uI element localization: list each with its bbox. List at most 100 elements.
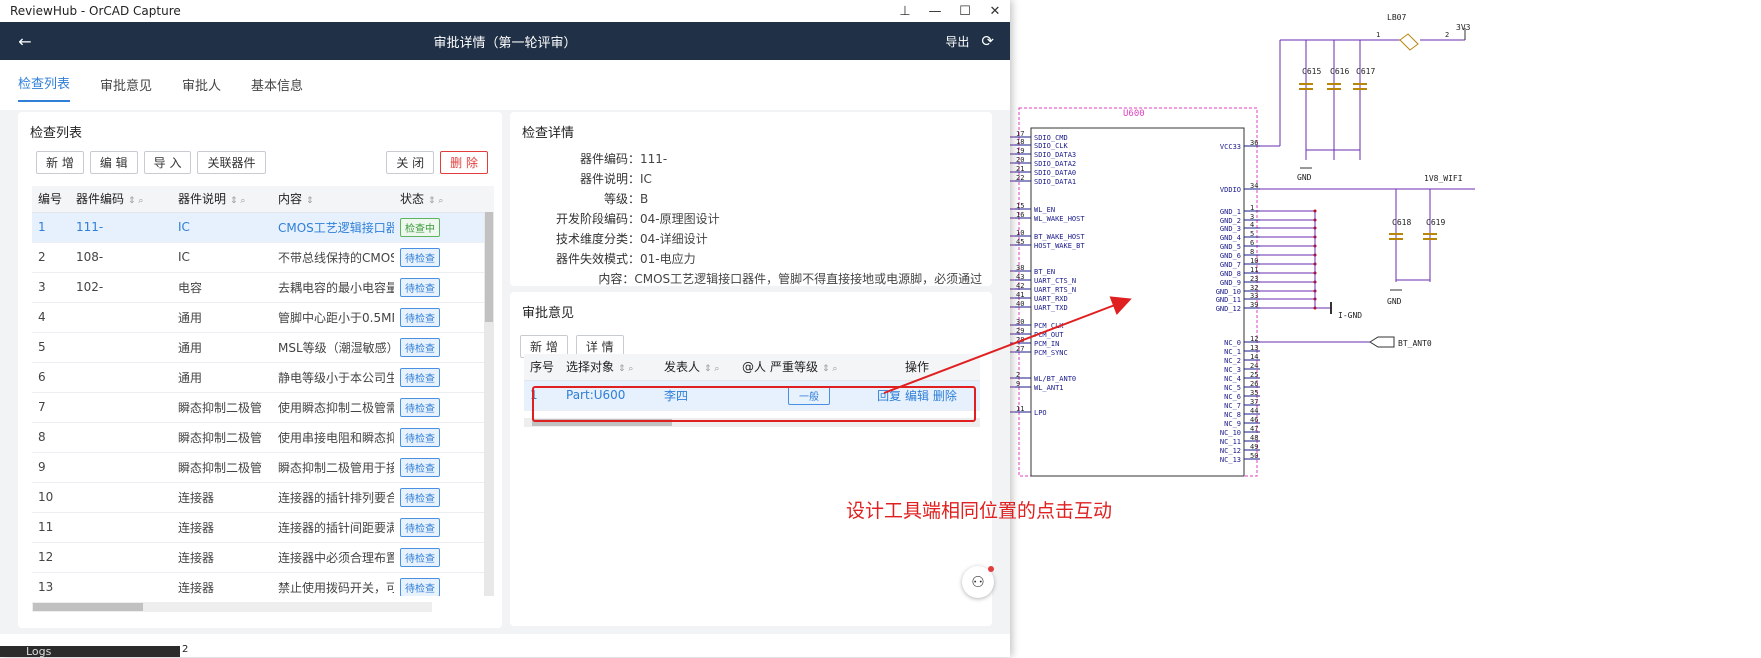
- add-button[interactable]: 新 增: [36, 151, 84, 174]
- pin-name: UART_CTS_N: [1034, 277, 1076, 285]
- annotation-text: 设计工具端相同位置的点击互动: [846, 500, 1113, 522]
- table-row[interactable]: 9 瞬态抑制二极管 瞬态抑制二极管用于接 待检查: [32, 452, 494, 483]
- pin-number: 9: [1016, 380, 1020, 388]
- pin-number: 13: [1250, 344, 1258, 352]
- pin-name: GND_2: [1220, 217, 1241, 225]
- pin-name: VDDIO: [1220, 186, 1241, 194]
- pin-icon[interactable]: ⊥: [890, 4, 920, 19]
- table-row[interactable]: 8 瞬态抑制二极管 使用串接电阻和瞬态抑 待检查: [32, 422, 494, 453]
- checklist-scrollbar[interactable]: [484, 212, 494, 596]
- table-row[interactable]: 6 通用 静电等级小于本公司生 待检查: [32, 362, 494, 393]
- schematic-canvas[interactable]: U600 17 SDIO_CMD 18 SDIO_CLK 19 SDIO_DATA3 20 SD…: [1010, 0, 1761, 657]
- pin-number: 25: [1250, 371, 1258, 379]
- table-row[interactable]: 2 108- IC 不带总线保持的CMOS 待检查: [32, 242, 494, 273]
- col-mention[interactable]: @人: [742, 354, 766, 381]
- status-badge: 待检查: [400, 397, 440, 417]
- gnd-label: I-GND: [1338, 311, 1362, 320]
- pin-number: 10: [1250, 257, 1258, 265]
- pin-name: NC_13: [1220, 456, 1241, 464]
- table-row[interactable]: 4 通用 管脚中心距小于0.5MM 待检查: [32, 302, 494, 333]
- pin-number: 50: [1250, 452, 1258, 460]
- maximize-icon[interactable]: ☐: [950, 4, 980, 19]
- pin-number: 2: [1445, 31, 1449, 39]
- pin-name: NC_3: [1224, 366, 1241, 374]
- table-row[interactable]: 11 连接器 连接器的插针间距要满 待检查: [32, 512, 494, 543]
- close-icon[interactable]: ✕: [980, 4, 1010, 19]
- pin-number: 33: [1250, 292, 1258, 300]
- close-button[interactable]: 关 闭: [386, 151, 435, 174]
- pin-name: SDIO_DATA3: [1034, 151, 1076, 159]
- detail-field: 开发阶段编码： 04-原理图设计: [555, 212, 720, 226]
- user-avatar-icon[interactable]: ⚇: [962, 566, 994, 598]
- opinion-panel: 审批意见 新 增 详 情 序号 选择对象 ⇕ ⌕ 发表人 ⇕ ⌕ @人 严重等级 ⇕ …: [510, 292, 992, 626]
- pin-name: HOST_WAKE_BT: [1034, 242, 1085, 250]
- status-badge: 待检查: [400, 307, 440, 327]
- tab-approvers[interactable]: 审批人: [182, 75, 221, 102]
- table-row[interactable]: 7 瞬态抑制二极管 使用瞬态抑制二极管需 待检查: [32, 392, 494, 423]
- back-arrow-icon[interactable]: ←: [0, 32, 50, 51]
- opinion-row[interactable]: 1 Part:U600 李四 一般 回复 编辑 删除: [524, 380, 980, 411]
- minimize-icon[interactable]: —: [920, 4, 950, 19]
- sort-icon[interactable]: ⇕ ⌕: [128, 196, 143, 206]
- col-author[interactable]: 发表人 ⇕ ⌕: [658, 354, 742, 381]
- refresh-icon[interactable]: ⟳: [981, 32, 994, 50]
- pin-name: NC_6: [1224, 393, 1241, 401]
- reviewhub-window: ReviewHub - OrCAD Capture ⊥ — ☐ ✕ ← 审批详情…: [0, 0, 1010, 658]
- sort-icon[interactable]: ⇕ ⌕: [428, 196, 443, 206]
- table-row[interactable]: 10 连接器 连接器的插针排列要合 待检查: [32, 482, 494, 513]
- pin-name: WL_EN: [1034, 206, 1055, 214]
- pin-number: 23: [1250, 275, 1258, 283]
- schematic-drawing[interactable]: U60017 SDIO_CMD18 SDIO_CLK19 SDIO_DATA320 SD…: [1010, 0, 1761, 657]
- table-row[interactable]: 1 111- IC CMOS工艺逻辑接口器 检查中: [32, 212, 494, 243]
- pin-name: GND_9: [1220, 279, 1241, 287]
- col-part-desc[interactable]: 器件说明 ⇕ ⌕: [172, 186, 272, 213]
- table-row[interactable]: 5 通用 MSL等级（潮湿敏感） 待检查: [32, 332, 494, 363]
- pin-name: SDIO_CMD: [1034, 134, 1068, 142]
- sort-icon[interactable]: ⇕ ⌕: [230, 196, 245, 206]
- pin-name: NC_11: [1220, 438, 1241, 446]
- opinion-hscrollbar[interactable]: [524, 418, 980, 427]
- power-label: 1V8_WIFI: [1424, 174, 1463, 183]
- pin-number: 1: [1376, 31, 1380, 39]
- opinion-table: 序号 选择对象 ⇕ ⌕ 发表人 ⇕ ⌕ @人 严重等级 ⇕ ⌕ 操作 1 Part:U…: [524, 354, 980, 411]
- pin-number: 37: [1250, 398, 1258, 406]
- checklist-hscrollbar[interactable]: [32, 602, 432, 612]
- table-row[interactable]: 12 连接器 连接器中必须合理布置 待检查: [32, 542, 494, 573]
- pin-name: GND_11: [1216, 296, 1241, 304]
- table-row[interactable]: 3 102- 电容 去耦电容的最小电容量 待检查: [32, 272, 494, 303]
- pin-name: GND_8: [1220, 270, 1241, 278]
- pin-number: 20: [1016, 156, 1024, 164]
- col-part-code[interactable]: 器件编码 ⇕ ⌕: [70, 186, 172, 213]
- tab-opinions[interactable]: 审批意见: [100, 75, 152, 102]
- delete-link[interactable]: 删除: [933, 389, 957, 403]
- link-part-button[interactable]: 关联器件: [197, 151, 266, 174]
- col-no[interactable]: 编号: [32, 186, 70, 213]
- edit-link[interactable]: 编辑: [905, 389, 929, 403]
- sort-icon[interactable]: ⇕: [306, 196, 314, 206]
- col-object[interactable]: 选择对象 ⇕ ⌕: [560, 354, 658, 381]
- pin-name: NC_9: [1224, 420, 1241, 428]
- pin-name: UART_TXD: [1034, 304, 1068, 312]
- col-content[interactable]: 内容 ⇕: [272, 186, 394, 213]
- col-seq[interactable]: 序号: [524, 354, 560, 381]
- col-severity[interactable]: 严重等级 ⇕ ⌕: [764, 354, 854, 381]
- detail-field: 等级： B: [603, 192, 649, 206]
- reply-link[interactable]: 回复: [877, 389, 901, 403]
- import-button[interactable]: 导 入: [143, 151, 192, 174]
- export-button[interactable]: 导出: [945, 33, 969, 50]
- logs-label[interactable]: Logs: [26, 645, 51, 658]
- delete-button[interactable]: 删 除: [440, 151, 488, 174]
- tab-checklist[interactable]: 检查列表: [18, 73, 71, 102]
- table-row[interactable]: 13 连接器 禁止使用拨码开关，可 待检查: [32, 572, 494, 596]
- col-status[interactable]: 状态 ⇕ ⌕: [394, 186, 494, 213]
- tab-basic-info[interactable]: 基本信息: [251, 75, 303, 102]
- pin-name: PCM_IN: [1034, 340, 1059, 348]
- pin-number: 30: [1016, 318, 1024, 326]
- checklist-title: 检查列表: [30, 126, 83, 141]
- pin-number: 41: [1016, 291, 1024, 299]
- edit-button[interactable]: 编 辑: [89, 151, 138, 174]
- pin-number: 49: [1250, 443, 1258, 451]
- pin-number: 43: [1016, 273, 1024, 281]
- pin-name: GND_6: [1220, 252, 1241, 260]
- pin-name: GND_4: [1220, 234, 1241, 242]
